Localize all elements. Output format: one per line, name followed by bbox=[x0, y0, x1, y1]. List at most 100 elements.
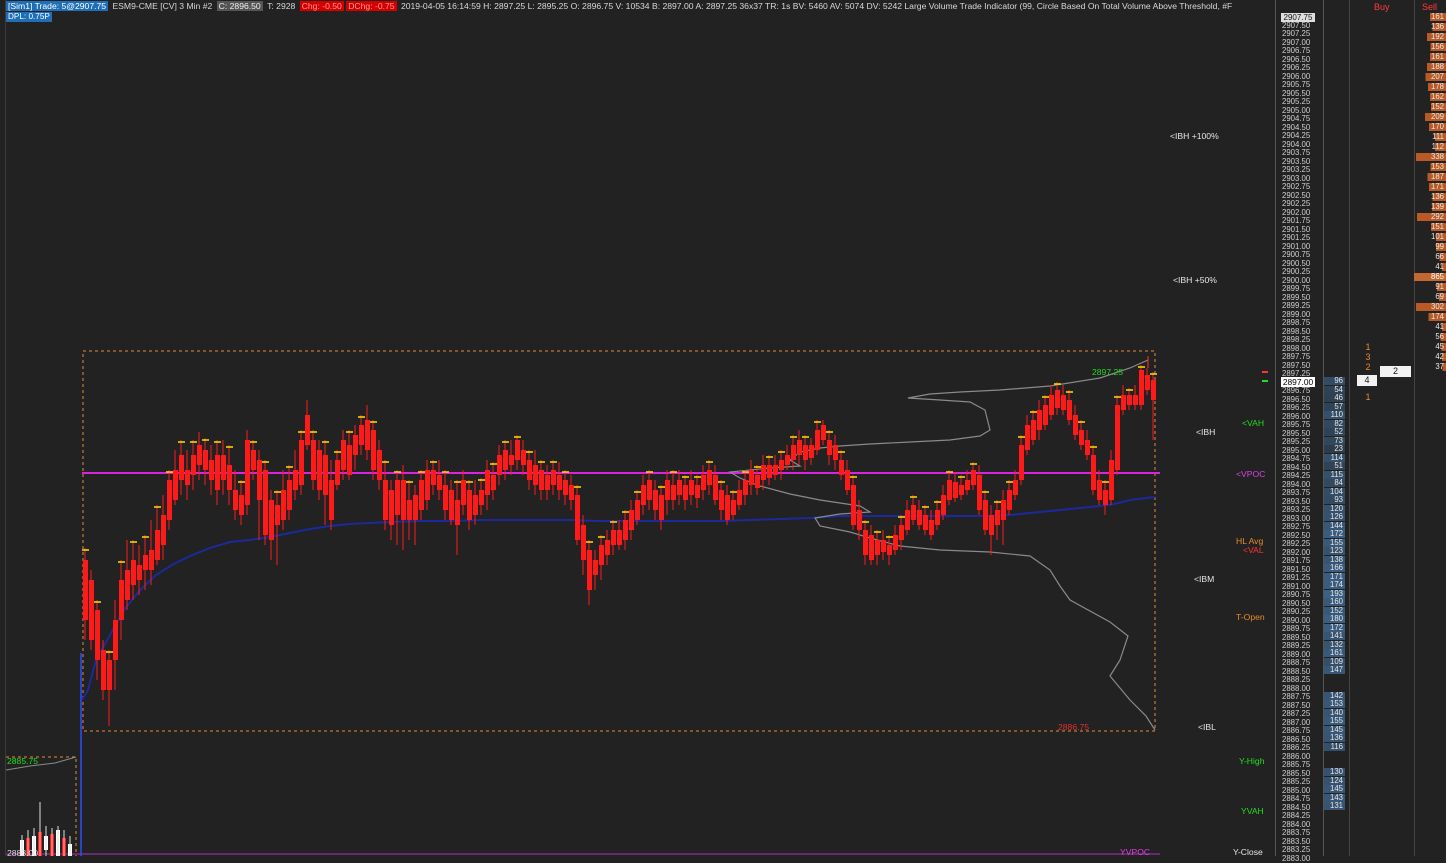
candle-body[interactable] bbox=[875, 540, 880, 555]
candle-body[interactable] bbox=[773, 465, 778, 475]
candle-body[interactable] bbox=[455, 500, 460, 525]
candle-body[interactable] bbox=[1091, 455, 1096, 490]
candle-body[interactable] bbox=[827, 440, 832, 455]
sell-depth-cell[interactable]: 101 bbox=[1414, 233, 1446, 241]
candle-body[interactable] bbox=[305, 415, 310, 445]
candle-body[interactable] bbox=[83, 560, 88, 620]
candle-body[interactable] bbox=[629, 510, 634, 530]
candle-body[interactable] bbox=[935, 510, 940, 525]
candle-body[interactable] bbox=[521, 450, 526, 465]
candle-body[interactable] bbox=[557, 475, 562, 490]
candle-body[interactable] bbox=[869, 535, 874, 560]
candle-body[interactable] bbox=[119, 580, 124, 620]
candle-body[interactable] bbox=[449, 490, 454, 520]
candle-body[interactable] bbox=[647, 480, 652, 500]
candle-body[interactable] bbox=[293, 470, 298, 490]
candle-body[interactable] bbox=[515, 440, 520, 460]
sell-depth-cell[interactable]: 178 bbox=[1414, 83, 1446, 91]
candle-body[interactable] bbox=[347, 445, 352, 475]
candle-body[interactable] bbox=[509, 455, 514, 465]
candle-body[interactable] bbox=[1133, 395, 1138, 405]
candle-body[interactable] bbox=[161, 515, 166, 545]
candle-body[interactable] bbox=[1001, 500, 1006, 520]
candle-body[interactable] bbox=[947, 480, 952, 500]
candle-body[interactable] bbox=[413, 495, 418, 520]
candle-body[interactable] bbox=[1151, 380, 1156, 400]
candle-body[interactable] bbox=[389, 490, 394, 525]
candle-body[interactable] bbox=[641, 485, 646, 505]
candle-body[interactable] bbox=[941, 495, 946, 515]
candle-body[interactable] bbox=[239, 495, 244, 515]
candle-body[interactable] bbox=[497, 455, 502, 475]
sell-depth-cell[interactable]: 209 bbox=[1414, 113, 1446, 121]
sell-depth-cell[interactable]: 66 bbox=[1414, 253, 1446, 261]
candle-body[interactable] bbox=[101, 650, 106, 690]
candle-body[interactable] bbox=[263, 470, 268, 535]
candle-body[interactable] bbox=[1049, 395, 1054, 415]
candle-body[interactable] bbox=[317, 450, 322, 490]
candle-body[interactable] bbox=[425, 470, 430, 500]
candle-body[interactable] bbox=[1115, 405, 1120, 470]
candle-body[interactable] bbox=[197, 445, 202, 465]
candle-body[interactable] bbox=[635, 500, 640, 520]
price-axis[interactable]: 2907.752907.502907.252907.002906.752906.… bbox=[1275, 0, 1324, 862]
candle-body[interactable] bbox=[245, 440, 250, 505]
candle-body[interactable] bbox=[665, 480, 670, 500]
sell-depth-cell[interactable]: 91 bbox=[1414, 283, 1446, 291]
candle-body[interactable] bbox=[191, 455, 196, 475]
candle-body[interactable] bbox=[959, 485, 964, 495]
sell-depth-cell[interactable]: 174 bbox=[1414, 313, 1446, 321]
sell-depth-cell[interactable]: 153 bbox=[1414, 163, 1446, 171]
sell-depth-cell[interactable]: 171 bbox=[1414, 183, 1446, 191]
sell-depth-cell[interactable]: 56 bbox=[1414, 333, 1446, 341]
sell-depth-cell[interactable]: 45 bbox=[1414, 343, 1446, 351]
sell-depth-cell[interactable]: 192 bbox=[1414, 33, 1446, 41]
candle-body[interactable] bbox=[95, 610, 100, 660]
candle-body[interactable] bbox=[821, 425, 826, 440]
candle-body[interactable] bbox=[371, 430, 376, 470]
sell-depth-cell[interactable]: 151 bbox=[1414, 223, 1446, 231]
candle-body[interactable] bbox=[1103, 490, 1108, 505]
candle-body[interactable] bbox=[743, 480, 748, 495]
sell-depth-cell[interactable]: 187 bbox=[1414, 173, 1446, 181]
candle-body[interactable] bbox=[377, 450, 382, 480]
candle-body[interactable] bbox=[593, 560, 598, 575]
candle-body[interactable] bbox=[179, 455, 184, 480]
candle-body[interactable] bbox=[467, 490, 472, 520]
sell-depth-cell[interactable]: 41 bbox=[1414, 263, 1446, 271]
candle-body[interactable] bbox=[437, 475, 442, 490]
sell-depth-cell[interactable]: 161 bbox=[1414, 13, 1446, 21]
candle-body[interactable] bbox=[1061, 395, 1066, 410]
candle-body[interactable] bbox=[227, 465, 232, 490]
candle-body[interactable] bbox=[185, 470, 190, 485]
candle-body[interactable] bbox=[137, 565, 142, 580]
sell-depth-cell[interactable]: 112 bbox=[1414, 143, 1446, 151]
candle-body[interactable] bbox=[1013, 480, 1018, 495]
sell-depth-cell[interactable]: 41 bbox=[1414, 323, 1446, 331]
sell-depth-cell[interactable]: 152 bbox=[1414, 103, 1446, 111]
candle-body[interactable] bbox=[401, 480, 406, 520]
candle-body[interactable] bbox=[1121, 395, 1126, 410]
candle-body[interactable] bbox=[431, 470, 436, 485]
candle-body[interactable] bbox=[419, 480, 424, 510]
candle-body[interactable] bbox=[611, 530, 616, 545]
candle-body[interactable] bbox=[1085, 440, 1090, 455]
candle-body[interactable] bbox=[275, 505, 280, 525]
candle-body[interactable] bbox=[335, 460, 340, 485]
candle-body[interactable] bbox=[503, 450, 508, 470]
candle-body[interactable] bbox=[479, 490, 484, 505]
candle-body[interactable] bbox=[911, 505, 916, 520]
candle-body[interactable] bbox=[1073, 415, 1078, 435]
candle-body[interactable] bbox=[149, 550, 154, 570]
candle-body[interactable] bbox=[1145, 375, 1150, 390]
candle-body[interactable] bbox=[1109, 460, 1114, 500]
candle-body[interactable] bbox=[971, 470, 976, 485]
candle-body[interactable] bbox=[155, 530, 160, 560]
candle-body[interactable] bbox=[203, 450, 208, 470]
candle-body[interactable] bbox=[887, 545, 892, 555]
candle-body[interactable] bbox=[809, 445, 814, 458]
candle-body[interactable] bbox=[551, 470, 556, 485]
dom-left-box[interactable]: 4 bbox=[1357, 375, 1377, 386]
candle-body[interactable] bbox=[833, 445, 838, 460]
candle-body[interactable] bbox=[863, 530, 868, 555]
